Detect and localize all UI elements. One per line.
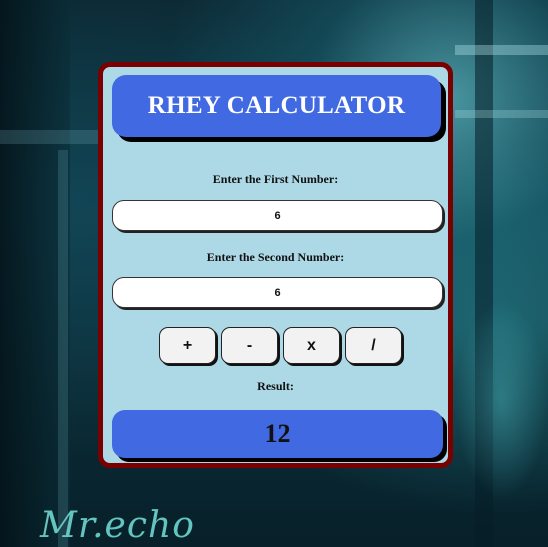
result-label: Result: <box>257 379 294 393</box>
background-window-frame <box>58 150 68 547</box>
background-window-frame <box>455 110 548 118</box>
first-number-label: Enter the First Number: <box>212 172 339 186</box>
background-window-frame <box>0 130 110 144</box>
background-foliage-glow <box>455 300 548 500</box>
calculator-panel: RHEY CALCULATOR Enter the First Number: … <box>98 62 453 468</box>
operation-buttons: + - x / <box>159 327 402 365</box>
multiply-button[interactable]: x <box>283 327 340 364</box>
background-window-frame <box>455 45 548 55</box>
add-button[interactable]: + <box>159 327 216 364</box>
second-number-input[interactable]: 6 <box>112 277 443 308</box>
second-number-label: Enter the Second Number: <box>206 250 345 264</box>
app-title: RHEY CALCULATOR <box>112 75 441 137</box>
first-number-input[interactable]: 6 <box>112 200 443 231</box>
subtract-button[interactable]: - <box>221 327 278 364</box>
result-display: 12 <box>112 410 443 458</box>
background-signature: Mr.echo <box>40 505 195 546</box>
divide-button[interactable]: / <box>345 327 402 364</box>
